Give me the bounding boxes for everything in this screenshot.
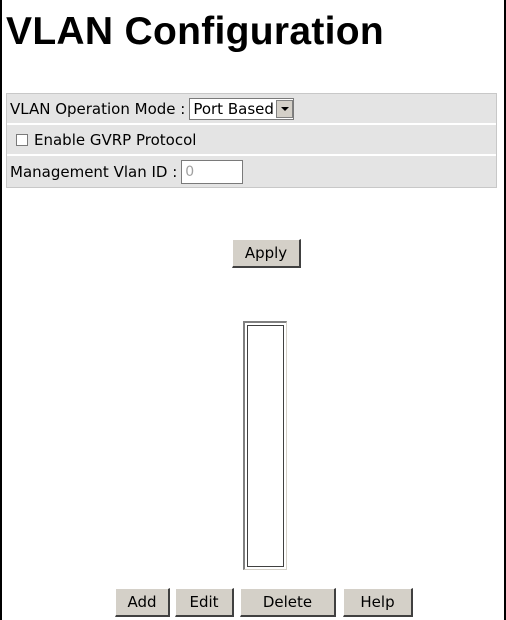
help-button[interactable]: Help — [343, 588, 413, 617]
add-button[interactable]: Add — [115, 588, 170, 617]
gvrp-checkbox[interactable] — [16, 133, 28, 146]
operation-mode-select[interactable]: Port Based — [189, 97, 294, 120]
gvrp-row: Enable GVRP Protocol — [7, 125, 496, 156]
operation-mode-label: VLAN Operation Mode : — [10, 99, 186, 118]
apply-button[interactable]: Apply — [232, 239, 301, 268]
operation-mode-value: Port Based — [193, 99, 274, 118]
chevron-down-icon[interactable] — [275, 99, 293, 118]
delete-button[interactable]: Delete — [240, 588, 336, 617]
gvrp-label: Enable GVRP Protocol — [34, 130, 197, 149]
vlan-listbox[interactable] — [243, 321, 287, 570]
edit-button[interactable]: Edit — [175, 588, 234, 617]
vlan-config-table: VLAN Operation Mode : Port Based Enable … — [6, 93, 497, 188]
mgmt-vlan-input[interactable]: 0 — [181, 159, 244, 184]
operation-mode-row: VLAN Operation Mode : Port Based — [7, 94, 496, 125]
vlan-listbox-inner — [247, 325, 284, 567]
page-title: VLAN Configuration — [6, 10, 385, 53]
mgmt-vlan-label: Management Vlan ID : — [10, 162, 178, 181]
mgmt-vlan-row: Management Vlan ID : 0 — [7, 156, 496, 187]
